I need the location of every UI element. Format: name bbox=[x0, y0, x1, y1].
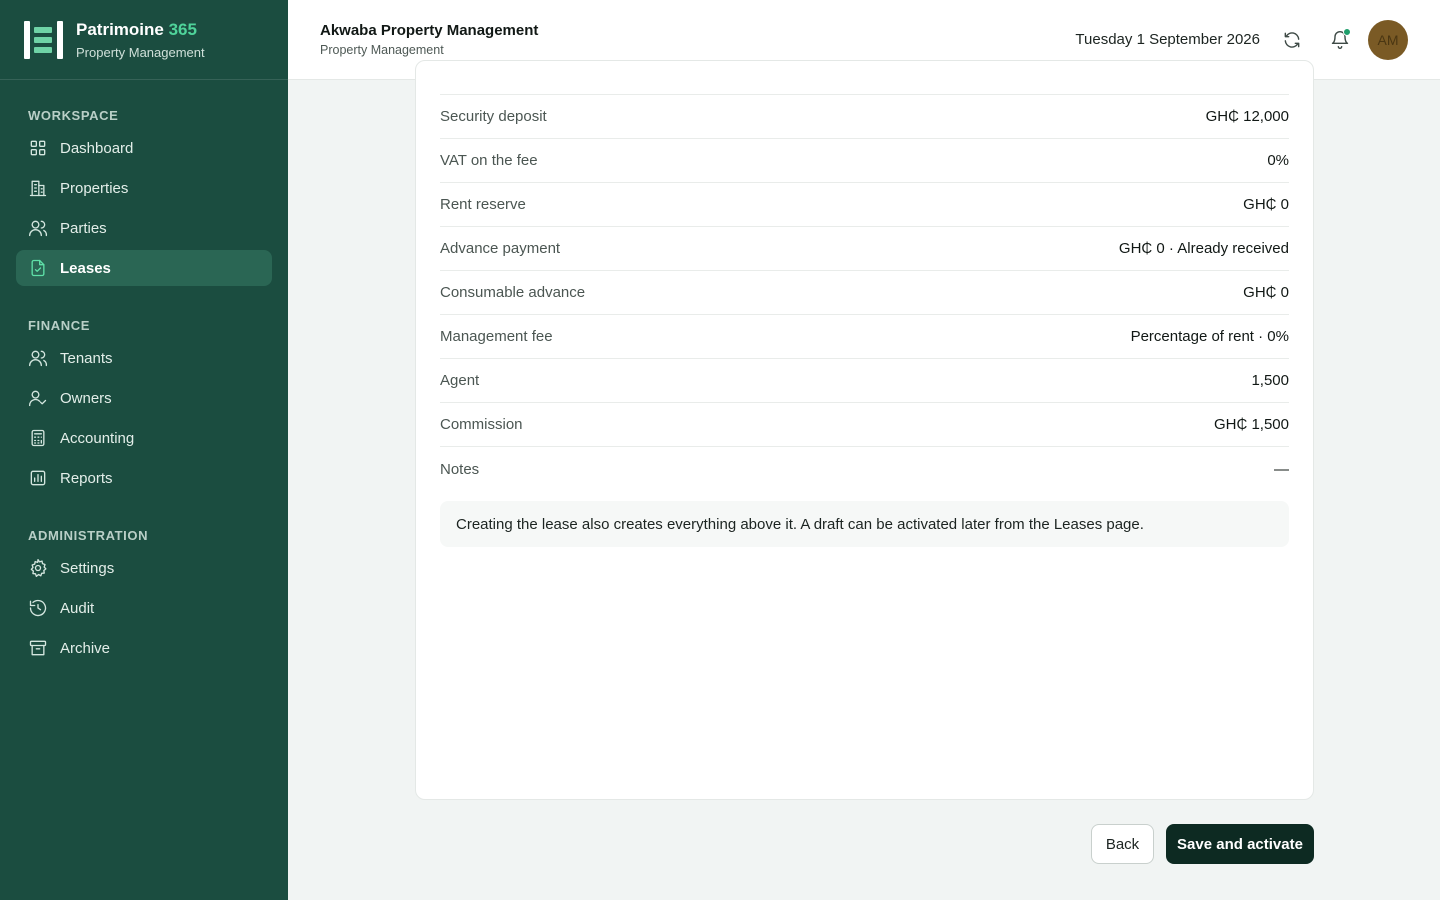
avatar[interactable]: AM bbox=[1368, 20, 1408, 60]
lease-summary-card: Security deposit GH₵ 12,000 VAT on the fee… bbox=[415, 60, 1314, 800]
summary-row-label: Advance payment bbox=[440, 240, 561, 257]
sidebar-item-label: Archive bbox=[60, 639, 111, 657]
logo-icon bbox=[24, 20, 64, 59]
summary-row: Commission GH₵ 1,500 bbox=[440, 403, 1289, 447]
sidebar-item-leases[interactable]: Leases bbox=[16, 250, 272, 286]
organization-name: Akwaba Property Management bbox=[320, 22, 539, 39]
archive-icon bbox=[28, 638, 48, 658]
notification-dot bbox=[1343, 28, 1351, 36]
summary-row-value: GH₵ 0 · Already received bbox=[1118, 240, 1289, 257]
sidebar-item-label: Owners bbox=[60, 389, 112, 407]
nav-heading: ADMINISTRATION bbox=[28, 527, 149, 543]
summary-row-label: VAT on the fee bbox=[440, 152, 538, 169]
sidebar-item-label: Dashboard bbox=[60, 139, 134, 157]
save-and-activate-button[interactable]: Save and activate bbox=[1166, 824, 1314, 864]
summary-row: Consumable advance GH₵ 0 bbox=[440, 271, 1289, 315]
sidebar-item-tenants[interactable]: Tenants bbox=[16, 340, 272, 376]
sidebar-item-owners[interactable]: Owners bbox=[16, 380, 272, 416]
organization-subtitle: Property Management bbox=[320, 43, 444, 57]
refresh-button[interactable] bbox=[1280, 28, 1304, 52]
summary-row-label: Management fee bbox=[440, 328, 553, 345]
grid-icon bbox=[28, 138, 48, 158]
users-icon bbox=[28, 218, 48, 238]
summary-row-value: GH₵ 12,000 bbox=[1205, 108, 1289, 125]
sidebar-item-parties[interactable]: Parties bbox=[16, 210, 272, 246]
gear-icon bbox=[28, 558, 48, 578]
sidebar-item-audit[interactable]: Audit bbox=[16, 590, 272, 626]
sidebar-item-label: Settings bbox=[60, 559, 115, 577]
summary-row-partial bbox=[440, 61, 1289, 95]
users-icon bbox=[28, 348, 48, 368]
info-note: Creating the lease also creates everythi… bbox=[440, 501, 1289, 547]
summary-row-label: Security deposit bbox=[440, 108, 547, 125]
back-button[interactable]: Back bbox=[1091, 824, 1154, 864]
summary-row: Rent reserve GH₵ 0 bbox=[440, 183, 1289, 227]
summary-row-value: Percentage of rent · 0% bbox=[1130, 328, 1289, 345]
sidebar-item-label: Tenants bbox=[60, 349, 113, 367]
sidebar-item-label: Reports bbox=[60, 469, 113, 487]
summary-rows: Security deposit GH₵ 12,000 VAT on the fee… bbox=[440, 61, 1289, 491]
sidebar-item-dashboard[interactable]: Dashboard bbox=[16, 130, 272, 166]
refresh-icon bbox=[1284, 32, 1300, 48]
sidebar-item-settings[interactable]: Settings bbox=[16, 550, 272, 586]
sidebar-item-label: Audit bbox=[60, 599, 95, 617]
summary-row: Agent 1,500 bbox=[440, 359, 1289, 403]
summary-row-value: 0% bbox=[1267, 152, 1289, 169]
sidebar-item-label: Accounting bbox=[60, 429, 135, 447]
sidebar: Patrimoine 365 Property Management WORKS… bbox=[0, 0, 288, 900]
building-icon bbox=[28, 178, 48, 198]
history-icon bbox=[28, 598, 48, 618]
summary-row-value: GH₵ 0 bbox=[1243, 284, 1289, 301]
summary-row-label: Notes bbox=[440, 460, 480, 478]
summary-row-label: Agent bbox=[440, 372, 480, 389]
summary-row-value: GH₵ 1,500 bbox=[1213, 416, 1289, 433]
nav-heading: FINANCE bbox=[28, 317, 90, 333]
brand-name: Patrimoine 365 bbox=[76, 19, 197, 39]
bar-chart-icon bbox=[28, 468, 48, 488]
brand-subtitle: Property Management bbox=[76, 44, 205, 60]
summary-row: Security deposit GH₵ 12,000 bbox=[440, 95, 1289, 139]
sidebar-item-label: Leases bbox=[60, 259, 111, 277]
file-check-icon bbox=[28, 258, 48, 278]
summary-row-value: GH₵ 0 bbox=[1243, 196, 1289, 213]
nav-section-finance: FINANCE Tenants Owners Accounting Reports bbox=[0, 314, 288, 496]
brand[interactable]: Patrimoine 365 Property Management bbox=[0, 0, 288, 80]
notifications-button[interactable] bbox=[1328, 28, 1352, 52]
summary-row-value: 1,500 bbox=[1251, 372, 1289, 389]
summary-row: Notes — bbox=[440, 447, 1289, 491]
summary-row: VAT on the fee 0% bbox=[440, 139, 1289, 183]
current-date: Tuesday 1 September 2026 bbox=[1075, 31, 1260, 48]
sidebar-item-properties[interactable]: Properties bbox=[16, 170, 272, 206]
summary-row-label: Rent reserve bbox=[440, 196, 526, 213]
nav-section-workspace: WORKSPACE Dashboard Properties Parties Lease… bbox=[0, 104, 288, 286]
summary-row-label: Commission bbox=[440, 416, 523, 433]
summary-row-value: — bbox=[1274, 460, 1289, 478]
nav-section-administration: ADMINISTRATION Settings Audit Archive bbox=[0, 524, 288, 666]
sidebar-item-accounting[interactable]: Accounting bbox=[16, 420, 272, 456]
sidebar-item-reports[interactable]: Reports bbox=[16, 460, 272, 496]
summary-row-label: Consumable advance bbox=[440, 284, 586, 301]
summary-row: Advance payment GH₵ 0 · Already received bbox=[440, 227, 1289, 271]
calculator-icon bbox=[28, 428, 48, 448]
sidebar-item-label: Parties bbox=[60, 219, 107, 237]
summary-row: Management fee Percentage of rent · 0% bbox=[440, 315, 1289, 359]
sidebar-item-label: Properties bbox=[60, 179, 129, 197]
nav-heading: WORKSPACE bbox=[28, 107, 119, 123]
sidebar-item-archive[interactable]: Archive bbox=[16, 630, 272, 666]
user-check-icon bbox=[28, 388, 48, 408]
